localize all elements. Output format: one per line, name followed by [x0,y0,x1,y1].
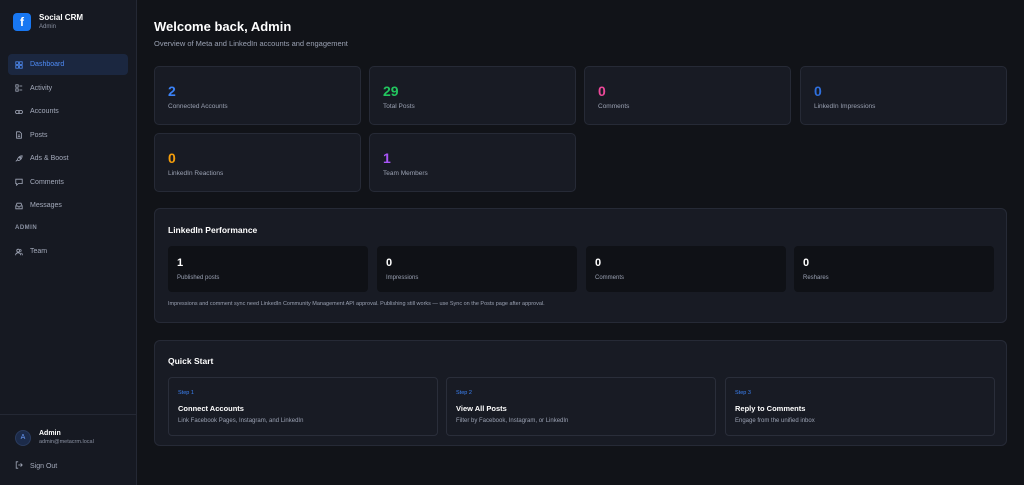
stat-value: 0 [814,83,822,99]
stat-label: Team Members [383,170,428,177]
metric-value: 0 [386,257,393,269]
brand-title: Social CRM [39,13,84,22]
inbox-icon [15,202,23,210]
sidebar-item-posts[interactable]: Posts [8,125,128,146]
sidebar: f Social CRM Admin Dashboard Activity Ac… [0,0,137,485]
sign-out-icon [15,461,23,471]
page-subtitle: Overview of Meta and LinkedIn accounts a… [154,39,348,48]
stat-card-comments: 0 Comments [584,66,791,125]
panel-title: Quick Start [168,356,214,366]
metric-reshares: 0 Reshares [794,246,994,292]
metric-published-posts: 1 Published posts [168,246,368,292]
sidebar-admin-nav: Team [8,241,128,265]
metric-value: 0 [595,257,602,269]
metric-value: 0 [803,257,810,269]
stat-label: Comments [598,103,630,110]
quick-start-connect-accounts[interactable]: Step 1 Connect Accounts Link Facebook Pa… [168,377,438,436]
stat-value: 0 [168,150,176,166]
sidebar-item-label: Comments [30,178,64,186]
sidebar-item-comments[interactable]: Comments [8,172,128,193]
step-label: Step 1 [178,390,194,396]
sidebar-item-team[interactable]: Team [8,241,128,262]
facebook-logo-icon: f [13,13,31,31]
dashboard-icon [15,60,23,69]
panel-title: LinkedIn Performance [168,225,258,235]
rocket-icon [15,154,23,163]
stat-value: 29 [383,83,399,99]
step-title: Connect Accounts [178,404,244,413]
comment-icon [15,178,23,186]
step-description: Link Facebook Pages, Instagram, and Link… [178,418,304,424]
sidebar-item-label: Dashboard [30,61,65,68]
sidebar-item-label: Team [30,248,48,255]
user-profile[interactable]: A Admin admin@metacrm.local [15,429,94,446]
document-icon [15,131,23,139]
quick-start-panel: Quick Start Step 1 Connect Accounts Link… [154,340,1007,446]
user-email: admin@metacrm.local [39,439,94,445]
stat-value: 2 [168,83,176,99]
step-title: View All Posts [456,404,507,413]
user-name: Admin [39,430,61,437]
avatar: A [15,429,31,446]
metric-label: Impressions [386,275,419,281]
users-icon [15,248,23,256]
sidebar-item-label: Accounts [30,108,59,115]
sidebar-item-label: Activity [30,84,53,92]
brand-subtitle: Admin [39,24,57,30]
activity-icon [15,84,23,92]
stat-label: Connected Accounts [168,103,228,110]
sign-out-label: Sign Out [30,462,58,470]
metric-impressions: 0 Impressions [377,246,577,292]
metric-label: Comments [595,275,625,281]
stat-value: 0 [598,83,606,99]
stat-card-connected-accounts: 2 Connected Accounts [154,66,361,125]
step-description: Filter by Facebook, Instagram, or Linked… [456,418,569,424]
stat-card-team-members: 1 Team Members [369,133,576,192]
step-label: Step 3 [735,390,751,396]
sidebar-footer: A Admin admin@metacrm.local Sign Out [0,414,137,485]
sidebar-item-activity[interactable]: Activity [8,78,128,99]
sidebar-item-ads-boost[interactable]: Ads & Boost [8,148,128,169]
quick-start-view-all-posts[interactable]: Step 2 View All Posts Filter by Facebook… [446,377,716,436]
sidebar-item-accounts[interactable]: Accounts [8,101,128,122]
metric-comments: 0 Comments [586,246,786,292]
sidebar-item-label: Messages [30,202,62,209]
sidebar-section-admin: ADMIN [15,225,38,231]
sidebar-item-label: Posts [30,131,48,139]
stat-card-total-posts: 29 Total Posts [369,66,576,125]
sidebar-item-messages[interactable]: Messages [8,195,128,216]
stat-label: Total Posts [383,103,415,110]
step-title: Reply to Comments [735,404,806,413]
stat-label: LinkedIn Reactions [168,170,224,177]
sign-out-button[interactable]: Sign Out [15,461,57,471]
sidebar-item-label: Ads & Boost [30,155,69,162]
stat-card-linkedin-reactions: 0 LinkedIn Reactions [154,133,361,192]
step-description: Engage from the unified inbox [735,418,815,424]
page-title: Welcome back, Admin [154,19,292,34]
linkedin-api-note: Impressions and comment sync need Linked… [168,301,545,307]
sidebar-nav: Dashboard Activity Accounts Posts Ads & … [8,54,128,219]
metric-label: Published posts [177,275,220,281]
step-label: Step 2 [456,390,472,396]
quick-start-reply-to-comments[interactable]: Step 3 Reply to Comments Engage from the… [725,377,995,436]
linkedin-performance-panel: LinkedIn Performance 1 Published posts 0… [154,208,1007,323]
brand[interactable]: f Social CRM Admin [13,13,83,31]
metric-value: 1 [177,257,184,269]
stat-label: LinkedIn Impressions [814,103,876,110]
stat-card-linkedin-impressions: 0 LinkedIn Impressions [800,66,1007,125]
metric-label: Reshares [803,275,829,281]
link-icon [15,108,23,116]
sidebar-item-dashboard[interactable]: Dashboard [8,54,128,75]
stat-value: 1 [383,150,391,166]
